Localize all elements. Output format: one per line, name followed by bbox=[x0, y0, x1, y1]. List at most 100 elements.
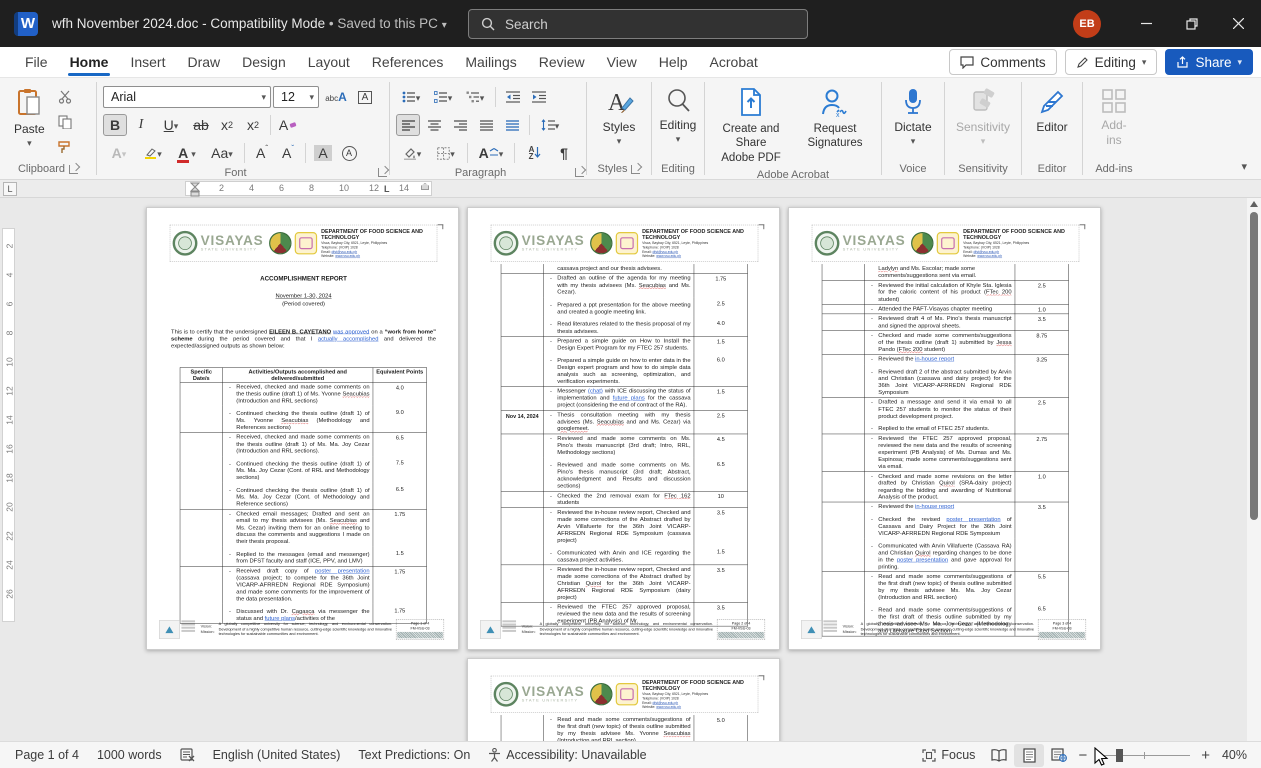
read-mode-button[interactable] bbox=[984, 744, 1014, 767]
print-layout-button[interactable] bbox=[1014, 744, 1044, 767]
bullets-button[interactable]: ▾ bbox=[396, 86, 426, 108]
document-page[interactable]: VISAYASSTATE UNIVERSITYDEPARTMENT OF FOO… bbox=[467, 658, 780, 741]
font-size-combo[interactable]: 12▾ bbox=[273, 86, 319, 108]
zoom-slider-thumb[interactable] bbox=[1116, 749, 1123, 762]
sort-button[interactable]: AZ bbox=[520, 142, 550, 164]
character-shading-button[interactable]: A bbox=[311, 142, 335, 164]
grow-font-button[interactable]: Aˆ bbox=[250, 142, 274, 164]
font-color-button[interactable]: A▾ bbox=[171, 142, 203, 164]
saved-status[interactable]: • Saved to this PC ▾ bbox=[329, 16, 447, 31]
page-indicator[interactable]: Page 1 of 4 bbox=[6, 742, 88, 768]
multilevel-list-button[interactable]: ▾ bbox=[460, 86, 490, 108]
tab-selector[interactable]: L bbox=[3, 182, 17, 196]
tab-design[interactable]: Design bbox=[231, 47, 297, 77]
align-left-button[interactable] bbox=[396, 114, 420, 136]
vertical-scrollbar[interactable] bbox=[1247, 198, 1261, 741]
clipboard-dialog-launcher[interactable] bbox=[69, 165, 78, 174]
comments-button[interactable]: Comments bbox=[949, 49, 1056, 75]
decrease-indent-button[interactable] bbox=[501, 86, 525, 108]
font-name-combo[interactable]: Arial▾ bbox=[103, 86, 271, 108]
word-count[interactable]: 1000 words bbox=[88, 742, 171, 768]
character-border-button[interactable]: A bbox=[353, 86, 377, 108]
styles-button[interactable]: A Styles▾ bbox=[595, 84, 644, 159]
tab-view[interactable]: View bbox=[596, 47, 648, 77]
proofing-status[interactable] bbox=[171, 742, 204, 768]
increase-indent-button[interactable] bbox=[527, 86, 551, 108]
tab-help[interactable]: Help bbox=[648, 47, 699, 77]
text-predictions[interactable]: Text Predictions: On bbox=[349, 742, 479, 768]
line-spacing-button[interactable]: ▾ bbox=[535, 114, 565, 136]
search-input[interactable]: Search bbox=[468, 9, 808, 39]
request-signatures-button[interactable]: x RequestSignatures bbox=[795, 84, 875, 169]
account-avatar[interactable]: EB bbox=[1073, 10, 1101, 38]
highlight-color-button[interactable]: ▾ bbox=[137, 142, 169, 164]
addins-button[interactable]: Add-ins bbox=[1089, 84, 1139, 159]
change-case-ruby-button[interactable]: abcA bbox=[321, 86, 351, 108]
right-indent-marker[interactable] bbox=[421, 183, 429, 190]
shading-button[interactable]: ▾ bbox=[396, 142, 428, 164]
dictate-button[interactable]: Dictate▾ bbox=[886, 84, 939, 159]
accessibility-status[interactable]: Accessibility: Unavailable bbox=[479, 742, 655, 768]
horizontal-ruler[interactable]: L L 2468101214 bbox=[0, 180, 1261, 198]
web-layout-button[interactable] bbox=[1044, 744, 1074, 767]
tab-references[interactable]: References bbox=[361, 47, 455, 77]
tab-draw[interactable]: Draw bbox=[176, 47, 231, 77]
tab-stop-marker[interactable]: L bbox=[384, 184, 390, 194]
document-page[interactable]: VISAYASSTATE UNIVERSITYDEPARTMENT OF FOO… bbox=[467, 207, 780, 650]
justify-button[interactable] bbox=[474, 114, 498, 136]
tab-home[interactable]: Home bbox=[59, 47, 120, 77]
superscript-button[interactable]: x2 bbox=[241, 114, 265, 136]
close-button[interactable] bbox=[1215, 0, 1261, 47]
styles-dialog-launcher[interactable] bbox=[631, 165, 640, 174]
restore-button[interactable] bbox=[1169, 0, 1215, 47]
indent-markers[interactable] bbox=[190, 182, 200, 197]
text-effects-button[interactable]: A▾ bbox=[103, 142, 135, 164]
underline-button[interactable]: U▾ bbox=[155, 114, 187, 136]
tab-acrobat[interactable]: Acrobat bbox=[699, 47, 769, 77]
subscript-button[interactable]: x2 bbox=[215, 114, 239, 136]
shrink-font-button[interactable]: Aˇ bbox=[276, 142, 300, 164]
numbering-button[interactable]: ▾ bbox=[428, 86, 458, 108]
editor-button[interactable]: Editor bbox=[1028, 84, 1075, 159]
zoom-in-button[interactable]: + bbox=[1197, 747, 1214, 764]
asian-layout-button[interactable]: A▾ bbox=[473, 142, 509, 164]
tab-layout[interactable]: Layout bbox=[297, 47, 361, 77]
cut-button[interactable] bbox=[53, 86, 77, 108]
editing-button[interactable]: Editing▾ bbox=[652, 84, 705, 159]
show-hide-marks-button[interactable]: ¶ bbox=[552, 142, 576, 164]
scroll-up-arrow[interactable] bbox=[1250, 201, 1258, 207]
zoom-slider[interactable] bbox=[1098, 755, 1190, 756]
sensitivity-button[interactable]: Sensitivity▾ bbox=[948, 84, 1018, 159]
tab-review[interactable]: Review bbox=[528, 47, 596, 77]
paste-button[interactable]: Paste▾ bbox=[6, 84, 53, 159]
paragraph-dialog-launcher[interactable] bbox=[575, 168, 584, 177]
tab-file[interactable]: File bbox=[14, 47, 59, 77]
minimize-button[interactable] bbox=[1123, 0, 1169, 47]
tab-insert[interactable]: Insert bbox=[119, 47, 176, 77]
tab-mailings[interactable]: Mailings bbox=[454, 47, 527, 77]
copy-button[interactable] bbox=[53, 111, 77, 133]
font-dialog-launcher[interactable] bbox=[378, 168, 387, 177]
format-painter-button[interactable] bbox=[53, 136, 77, 158]
distribute-button[interactable] bbox=[500, 114, 524, 136]
zoom-out-button[interactable]: − bbox=[1074, 747, 1091, 764]
language-indicator[interactable]: English (United States) bbox=[204, 742, 350, 768]
change-case-button[interactable]: Aa▾ bbox=[205, 142, 239, 164]
align-center-button[interactable] bbox=[422, 114, 446, 136]
strikethrough-button[interactable]: ab bbox=[189, 114, 213, 136]
document-page[interactable]: VISAYASSTATE UNIVERSITYDEPARTMENT OF FOO… bbox=[788, 207, 1101, 650]
zoom-level[interactable]: 40% bbox=[1222, 748, 1247, 762]
italic-button[interactable]: I bbox=[129, 114, 153, 136]
collapse-ribbon-chevron[interactable]: ▾ bbox=[1241, 160, 1247, 173]
create-pdf-button[interactable]: Create and ShareAdobe PDF bbox=[711, 84, 791, 169]
bold-button[interactable]: B bbox=[103, 114, 127, 136]
focus-mode-button[interactable]: Focus bbox=[913, 742, 984, 768]
share-button[interactable]: Share▾ bbox=[1165, 49, 1253, 75]
document-page[interactable]: VISAYASSTATE UNIVERSITYDEPARTMENT OF FOO… bbox=[146, 207, 459, 650]
editing-mode-button[interactable]: Editing▾ bbox=[1065, 49, 1158, 75]
align-right-button[interactable] bbox=[448, 114, 472, 136]
clear-formatting-button[interactable]: A bbox=[276, 114, 300, 136]
scrollbar-thumb[interactable] bbox=[1250, 212, 1258, 520]
enclose-characters-button[interactable]: A bbox=[337, 142, 361, 164]
borders-button[interactable]: ▾ bbox=[430, 142, 462, 164]
